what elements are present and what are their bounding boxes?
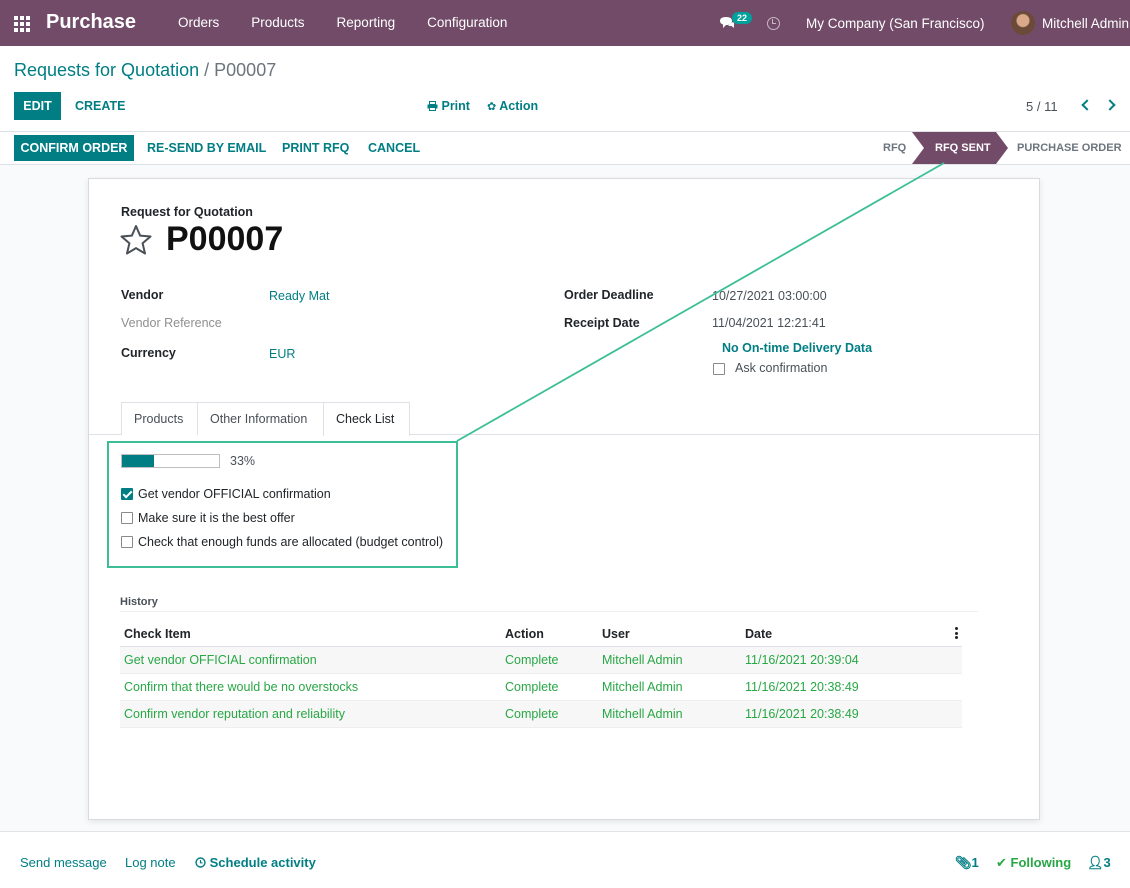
apps-grid-icon[interactable] <box>14 16 31 32</box>
menu-configuration[interactable]: Configuration <box>411 0 523 46</box>
checklist-highlight-box <box>107 441 458 568</box>
order-deadline-value: 10/27/2021 03:00:00 <box>712 289 827 303</box>
table-row[interactable]: Confirm vendor reputation and reliabilit… <box>120 701 962 728</box>
user-icon: 👤︎ <box>1087 855 1104 870</box>
history-table: Check Item Action User Date Get vendor O… <box>120 621 962 728</box>
followers-count: 3 <box>1103 855 1111 870</box>
top-navbar: Purchase Orders Products Reporting Confi… <box>0 0 1130 46</box>
app-brand[interactable]: Purchase <box>46 11 136 34</box>
cell-check-item: Confirm vendor reputation and reliabilit… <box>124 707 345 721</box>
column-date[interactable]: Date <box>745 627 772 641</box>
receipt-date-value: 11/04/2021 12:21:41 <box>712 316 826 330</box>
gear-icon: ✿ <box>487 101 497 113</box>
tab-other-information[interactable]: Other Information <box>197 402 324 435</box>
log-note-button[interactable]: Log note <box>125 855 176 870</box>
pager-next-icon[interactable] <box>1104 99 1116 111</box>
ask-confirmation-checkbox[interactable] <box>713 363 725 375</box>
currency-value[interactable]: EUR <box>269 347 295 361</box>
record-title: P00007 <box>166 220 284 258</box>
activity-clock-icon[interactable] <box>767 17 780 30</box>
pager-value[interactable]: 5 / 11 <box>1026 99 1058 114</box>
following-button[interactable]: ✔ Following <box>996 855 1071 871</box>
cancel-button[interactable]: CANCEL <box>368 141 420 155</box>
breadcrumb: Requests for Quotation / P00007 <box>14 60 276 81</box>
document-type-label: Request for Quotation <box>121 205 253 219</box>
resend-email-button[interactable]: RE-SEND BY EMAIL <box>147 141 266 155</box>
column-check-item[interactable]: Check Item <box>124 627 191 641</box>
vendor-reference-label: Vendor Reference <box>121 316 222 330</box>
following-label: Following <box>1010 855 1072 870</box>
print-rfq-button[interactable]: PRINT RFQ <box>282 141 349 155</box>
message-count-badge: 22 <box>732 12 753 24</box>
stage-rfq[interactable]: RFQ <box>883 132 906 164</box>
tab-check-list[interactable]: Check List <box>323 402 410 436</box>
user-avatar[interactable] <box>1011 11 1035 35</box>
cell-date: 11/16/2021 20:38:49 <box>745 707 859 721</box>
cell-check-item: Confirm that there would be no overstock… <box>124 680 359 694</box>
menu-reporting[interactable]: Reporting <box>321 0 412 46</box>
clock-icon <box>195 857 206 868</box>
action-label: Action <box>499 99 539 113</box>
column-action[interactable]: Action <box>505 627 544 641</box>
user-menu[interactable]: Mitchell Admin <box>1042 16 1129 31</box>
edit-button[interactable]: EDIT <box>14 92 61 120</box>
breadcrumb-current: P00007 <box>214 60 277 80</box>
action-dropdown[interactable]: ✿ Action <box>487 99 538 113</box>
stage-purchase-order[interactable]: PURCHASE ORDER <box>1017 132 1122 164</box>
print-icon <box>427 101 438 111</box>
menu-orders[interactable]: Orders <box>162 0 235 46</box>
table-row[interactable]: Confirm that there would be no overstock… <box>120 674 962 701</box>
main-menu: Orders Products Reporting Configuration <box>162 0 523 46</box>
receipt-date-label: Receipt Date <box>564 316 640 330</box>
on-time-delivery-button[interactable]: No On-time Delivery Data <box>722 341 872 355</box>
status-bar: CONFIRM ORDER RE-SEND BY EMAIL PRINT RFQ… <box>0 131 1130 165</box>
tab-products[interactable]: Products <box>121 402 198 435</box>
ask-confirmation-label: Ask confirmation <box>735 361 828 375</box>
table-row[interactable]: Get vendor OFFICIAL confirmation Complet… <box>120 647 962 674</box>
cell-date: 11/16/2021 20:39:04 <box>745 653 859 667</box>
cell-check-item: Get vendor OFFICIAL confirmation <box>124 653 317 667</box>
followers-button[interactable]: 👤︎3 <box>1087 855 1111 871</box>
history-table-header: Check Item Action User Date <box>120 621 962 647</box>
breadcrumb-separator: / <box>204 60 210 80</box>
attachments-button[interactable]: 📎︎1 <box>955 855 979 871</box>
cell-date: 11/16/2021 20:38:49 <box>745 680 859 694</box>
history-table-body: Get vendor OFFICIAL confirmation Complet… <box>120 647 962 728</box>
stage-rfq-sent-label: RFQ SENT <box>935 142 991 154</box>
schedule-activity-button[interactable]: Schedule activity <box>195 855 316 870</box>
check-icon: ✔ <box>996 855 1007 870</box>
cell-user: Mitchell Admin <box>602 680 683 694</box>
currency-label: Currency <box>121 346 176 360</box>
cell-action: Complete <box>505 680 559 694</box>
attachments-count: 1 <box>971 855 979 870</box>
print-dropdown[interactable]: Print <box>427 99 470 113</box>
cell-action: Complete <box>505 653 559 667</box>
schedule-activity-label: Schedule activity <box>209 855 316 870</box>
chatter-topbar: Send message Log note Schedule activity … <box>0 831 1130 888</box>
order-deadline-label: Order Deadline <box>564 288 654 302</box>
cell-action: Complete <box>505 707 559 721</box>
send-message-button[interactable]: Send message <box>20 855 107 870</box>
breadcrumb-parent[interactable]: Requests for Quotation <box>14 60 199 80</box>
confirm-order-button[interactable]: CONFIRM ORDER <box>14 135 134 161</box>
optional-columns-icon[interactable] <box>955 627 958 639</box>
cell-user: Mitchell Admin <box>602 707 683 721</box>
column-user[interactable]: User <box>602 627 630 641</box>
paperclip-icon: 📎︎ <box>955 855 972 870</box>
star-icon[interactable] <box>120 224 152 256</box>
print-label: Print <box>441 99 470 113</box>
vendor-value[interactable]: Ready Mat <box>269 289 329 303</box>
history-divider <box>120 611 978 612</box>
history-label: History <box>120 596 158 608</box>
cell-user: Mitchell Admin <box>602 653 683 667</box>
pager-previous-icon[interactable] <box>1081 99 1093 111</box>
vendor-label: Vendor <box>121 288 164 302</box>
create-button[interactable]: CREATE <box>75 99 125 113</box>
menu-products[interactable]: Products <box>235 0 320 46</box>
company-switcher[interactable]: My Company (San Francisco) <box>806 16 985 31</box>
